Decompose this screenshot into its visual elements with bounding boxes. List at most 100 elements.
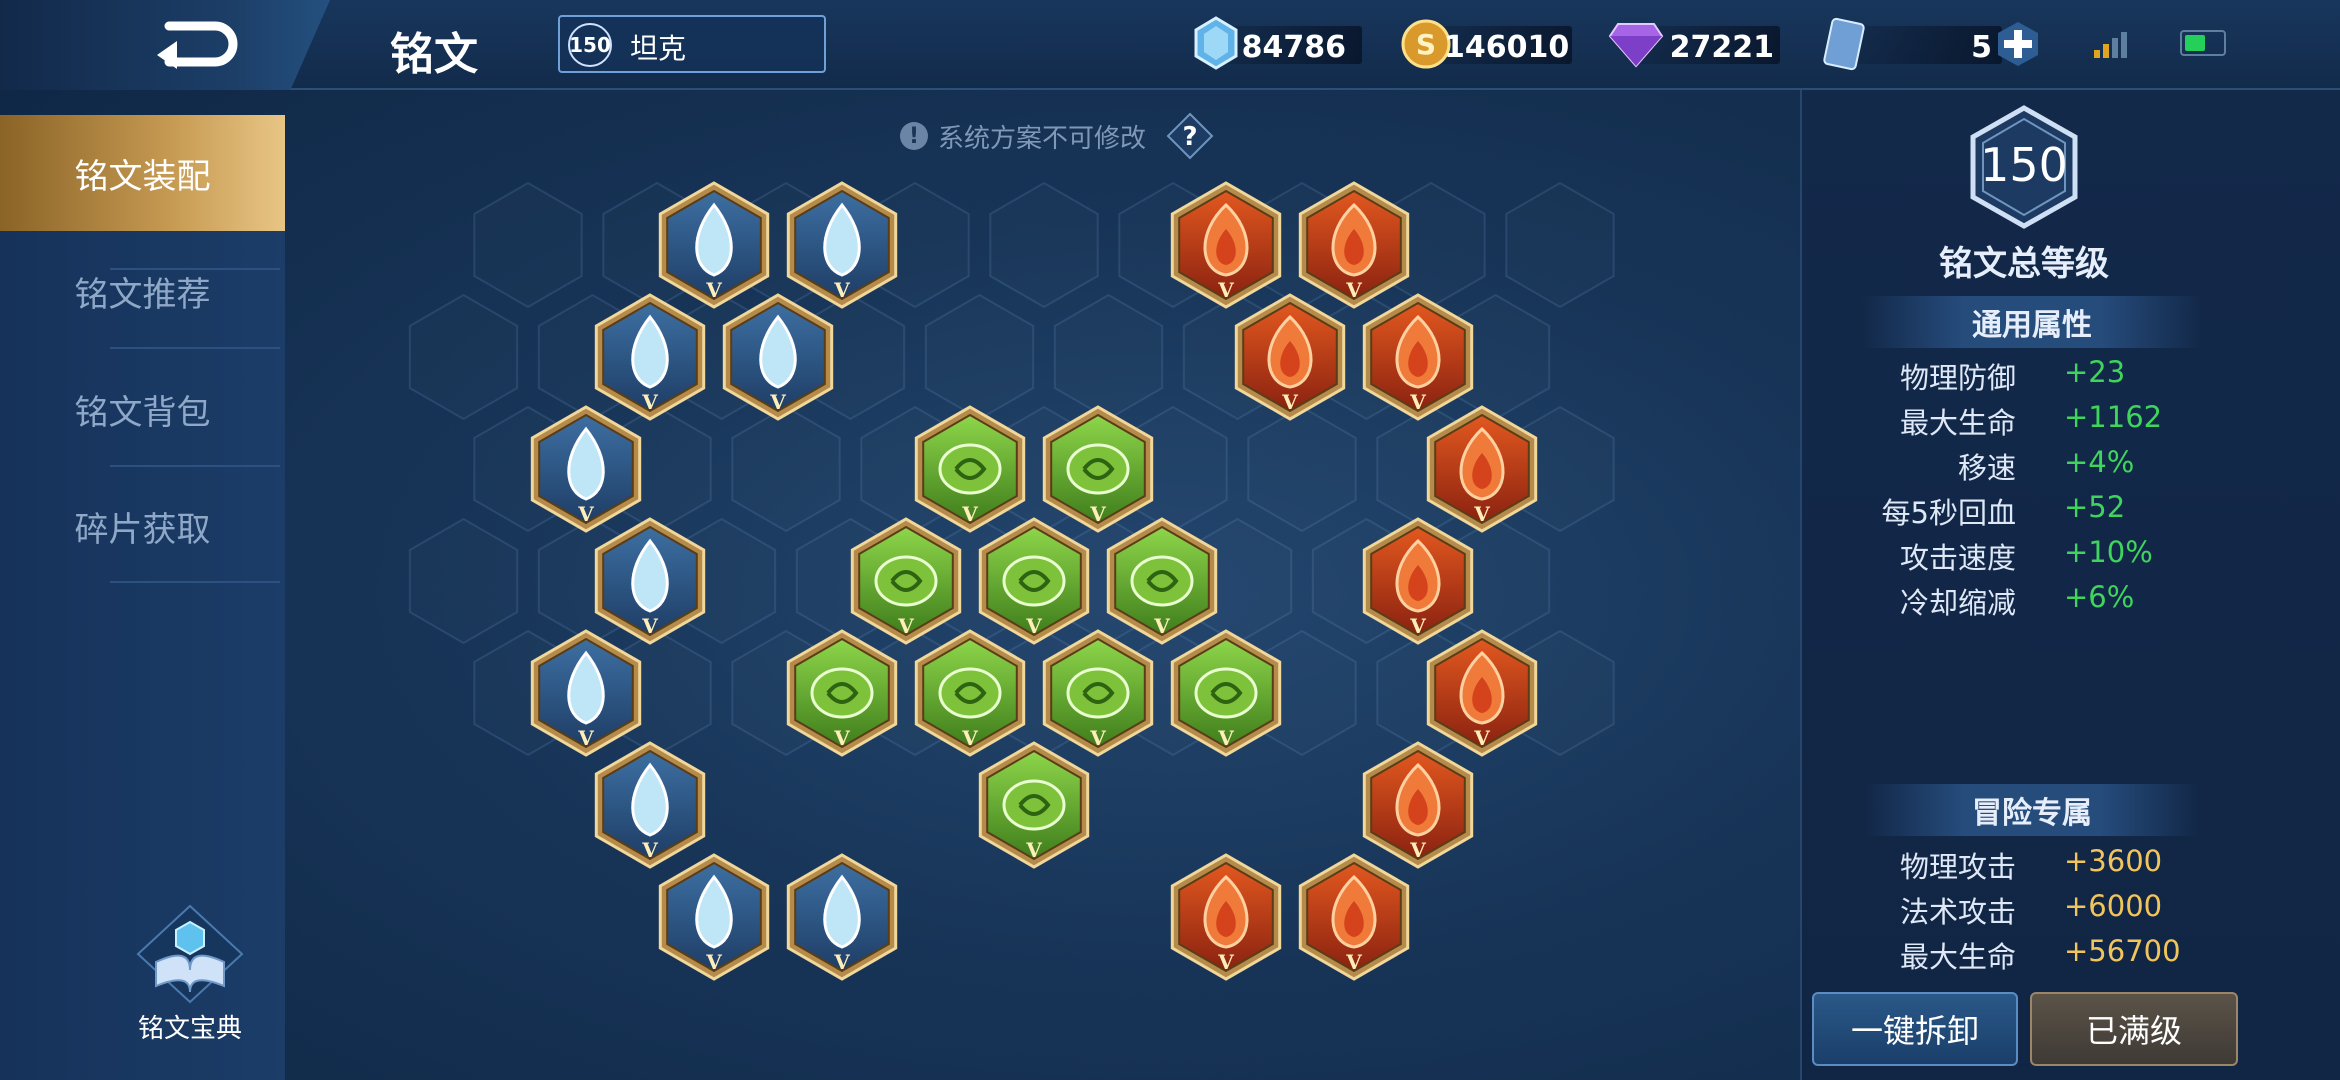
total-level: 150 — [1980, 138, 2068, 192]
rune-rank-label: V — [705, 950, 722, 974]
stat-row: 物理防御 +23 — [1802, 355, 2340, 399]
total-level-label: 铭文总等级 — [1939, 244, 2109, 284]
blue-rune[interactable]: V — [658, 181, 770, 309]
stat-name: 物理攻击 — [1899, 850, 2016, 884]
blue-rune[interactable]: V — [594, 517, 706, 645]
rune-rank-label: V — [1217, 278, 1234, 302]
stat-value: +6% — [2064, 580, 2135, 614]
red-rune[interactable]: V — [1426, 629, 1538, 757]
empty-slot — [408, 517, 519, 645]
svg-text:?: ? — [1182, 122, 1197, 152]
rune-rank-label: V — [1089, 726, 1106, 750]
green-rune[interactable]: V — [786, 629, 898, 757]
rune-rank-label: V — [1025, 614, 1042, 638]
blue-rune[interactable]: V — [786, 181, 898, 309]
sidebar-divider — [110, 581, 280, 583]
rune-rank-label: V — [641, 838, 658, 862]
back-button[interactable] — [0, 0, 330, 90]
crystal-count: 84786 — [1241, 30, 1346, 65]
stat-row: 每5秒回血 +52 — [1802, 490, 2340, 534]
blue-rune[interactable]: V — [594, 293, 706, 421]
blue-rune[interactable]: V — [786, 853, 898, 981]
hero-name: 坦克 — [630, 32, 687, 65]
currency-card: 5 — [1822, 14, 2052, 74]
stat-row: 冷却缩减 +6% — [1802, 580, 2340, 624]
rune-rank-label: V — [897, 614, 914, 638]
rune-rank-label: V — [641, 614, 658, 638]
hero-selector[interactable]: 150 坦克 — [558, 15, 826, 73]
red-rune[interactable]: V — [1426, 405, 1538, 533]
red-rune[interactable]: V — [1298, 853, 1410, 981]
stat-name: 法术攻击 — [1899, 895, 2016, 929]
rune-rank-label: V — [641, 390, 658, 414]
help-button[interactable]: ? — [1166, 112, 1214, 160]
red-rune[interactable]: V — [1170, 181, 1282, 309]
empty-slot — [989, 181, 1099, 309]
question-icon: ? — [1166, 112, 1214, 160]
stat-name: 最大生命 — [1899, 406, 2016, 440]
general-stats-title: 通用属性 — [1862, 296, 2202, 348]
green-rune[interactable]: V — [978, 517, 1090, 645]
green-rune[interactable]: V — [914, 629, 1026, 757]
blue-rune[interactable]: V — [722, 293, 834, 421]
rune-rank-label: V — [577, 502, 594, 526]
blue-rune[interactable]: V — [658, 853, 770, 981]
rune-rank-label: V — [577, 726, 594, 750]
green-rune[interactable]: V — [1106, 517, 1218, 645]
rune-rank-label: V — [1281, 390, 1298, 414]
red-rune[interactable]: V — [1362, 517, 1474, 645]
notice-text: 系统方案不可修改 — [938, 123, 1147, 154]
sidebar-item-recommend[interactable]: 铭文推荐 — [0, 233, 285, 349]
currency-diamond: 27221 — [1608, 14, 1780, 74]
page-title: 铭文 — [390, 29, 478, 80]
stat-value: +6000 — [2064, 889, 2163, 923]
stat-value: +23 — [2064, 355, 2126, 389]
red-rune[interactable]: V — [1234, 293, 1346, 421]
stat-row: 最大生命 +1162 — [1802, 400, 2340, 444]
red-rune[interactable]: V — [1170, 853, 1282, 981]
rune-rank-label: V — [961, 726, 978, 750]
green-rune[interactable]: V — [1042, 405, 1154, 533]
green-rune[interactable]: V — [1042, 629, 1154, 757]
blue-rune[interactable]: V — [594, 741, 706, 869]
stat-row: 法术攻击 +6000 — [1802, 889, 2340, 933]
codex-button[interactable]: 铭文宝典 — [130, 900, 250, 1050]
currency-crystal: 84786 — [1192, 14, 1362, 74]
sidebar-item-bag[interactable]: 铭文背包 — [0, 351, 285, 467]
sidebar-item-fragments[interactable]: 碎片获取 — [0, 468, 285, 584]
stat-row: 攻击速度 +10% — [1802, 535, 2340, 579]
rune-rank-label: V — [1345, 278, 1362, 302]
sidebar-item-equip[interactable]: 铭文装配 — [0, 115, 285, 231]
sidebar-divider — [110, 465, 280, 467]
notice: ! 系统方案不可修改 — [900, 116, 1146, 156]
info-icon: ! — [900, 122, 928, 150]
rune-rank-label: V — [1409, 614, 1426, 638]
red-rune[interactable]: V — [1362, 741, 1474, 869]
red-rune[interactable]: V — [1362, 293, 1474, 421]
rune-rank-label: V — [1409, 390, 1426, 414]
add-card-button[interactable] — [1994, 20, 2042, 68]
empty-slot — [473, 181, 583, 309]
stat-row: 物理攻击 +3600 — [1802, 844, 2340, 888]
blue-rune[interactable]: V — [530, 629, 642, 757]
blue-rune[interactable]: V — [530, 405, 642, 533]
rune-rank-label: V — [1153, 614, 1170, 638]
red-rune[interactable]: V — [1298, 181, 1410, 309]
green-rune[interactable]: V — [850, 517, 962, 645]
plus-icon — [1998, 22, 2038, 66]
green-rune[interactable]: V — [1170, 629, 1282, 757]
stats-panel: 150 铭文总等级 通用属性 物理防御 +23 最大生命 +1162 移速 +4% 每5秒回… — [1800, 90, 2340, 1080]
stat-name: 冷却缩减 — [1899, 586, 2016, 620]
unequip-all-button[interactable]: 一键拆卸 — [1812, 992, 2018, 1066]
stat-value: +52 — [2064, 490, 2126, 524]
green-rune[interactable]: V — [978, 741, 1090, 869]
empty-slot — [408, 293, 519, 421]
card-count: 5 — [1971, 30, 1992, 65]
green-rune[interactable]: V — [914, 405, 1026, 533]
rune-rank-label: V — [833, 950, 850, 974]
rune-rank-label: V — [769, 390, 786, 414]
maxed-button[interactable]: 已满级 — [2030, 992, 2238, 1066]
stat-name: 物理防御 — [1899, 361, 2016, 395]
adventure-stats-title: 冒险专属 — [1862, 784, 2202, 836]
sidebar: 铭文装配 铭文推荐 铭文背包 碎片获取 铭文宝典 — [0, 115, 285, 1080]
